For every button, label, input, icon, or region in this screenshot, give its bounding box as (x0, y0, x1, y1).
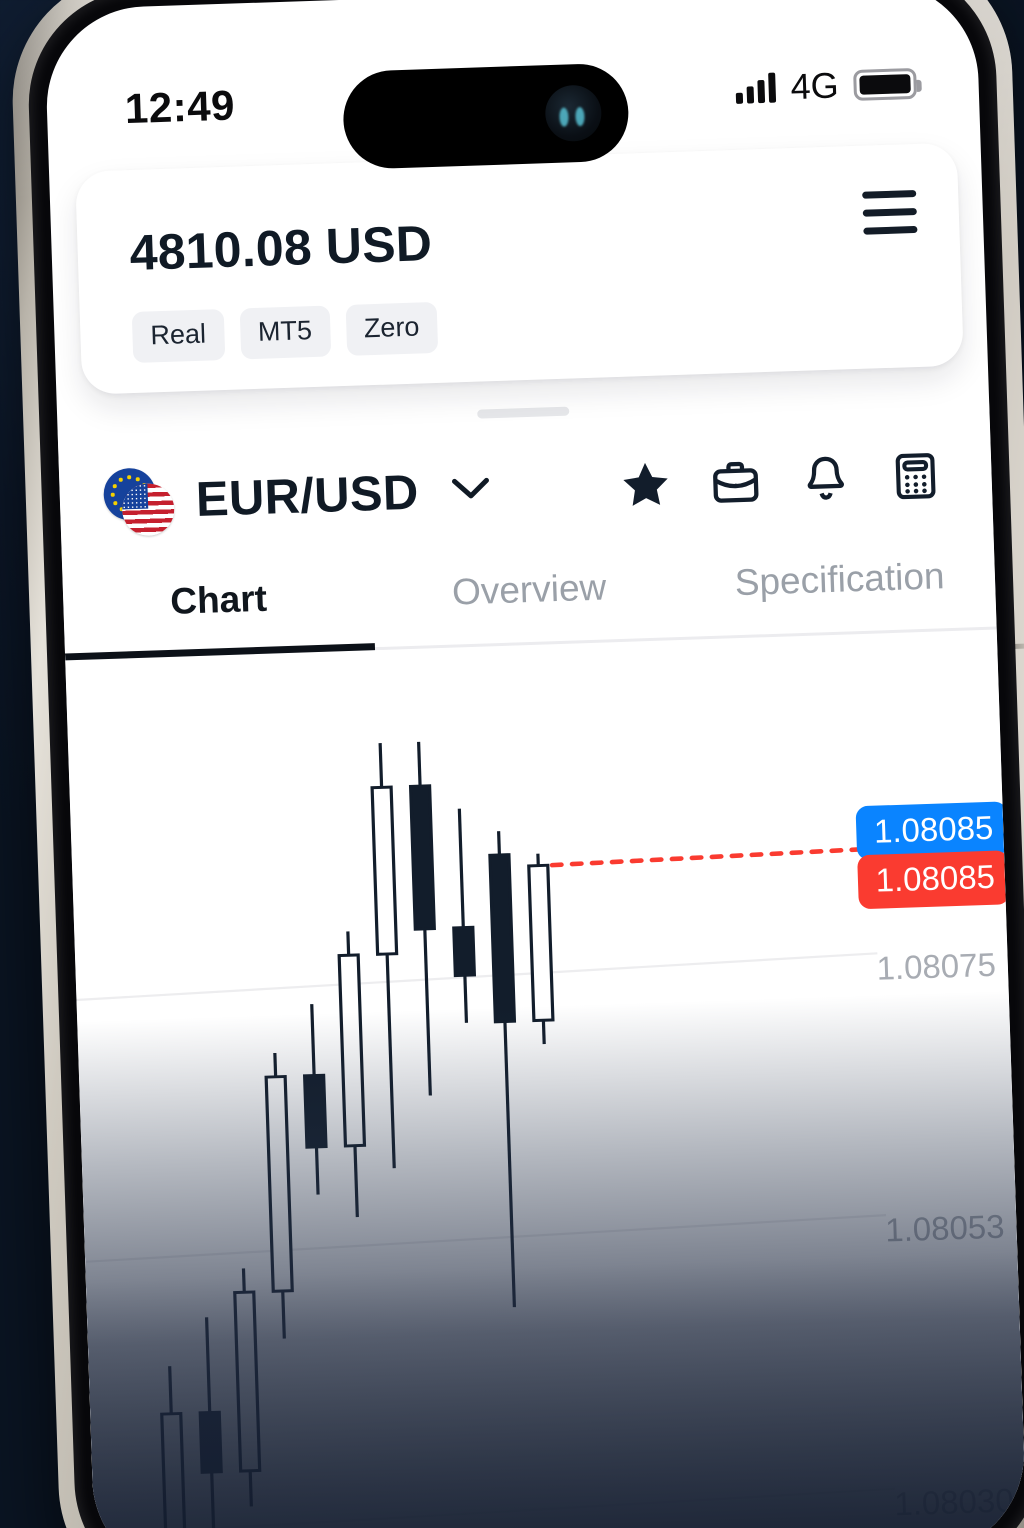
phone-device: 12:49 4G 4810.08 USD Real MT5 Zero EUR/U… (8, 0, 1024, 1528)
axis-tick-label: 1.08030 (893, 1480, 1015, 1522)
hamburger-menu-icon[interactable] (858, 184, 922, 241)
axis-tick-label: 1.08053 (884, 1207, 1006, 1249)
network-type-label: 4G (789, 64, 840, 108)
portfolio-briefcase-icon[interactable] (707, 453, 765, 511)
price-chart[interactable]: 1.08097 1.08075 1.08053 1.08030 1.08085 … (68, 722, 1024, 1528)
account-tag-chips: Real MT5 Zero (131, 286, 925, 364)
symbol-selector[interactable]: EUR/USD (102, 456, 492, 537)
axis-tick-label: 1.08097 (867, 722, 987, 725)
signal-bars-icon (735, 72, 777, 104)
us-flag-icon (121, 482, 176, 537)
alerts-bell-icon[interactable] (797, 450, 855, 508)
account-balance-amount: 4810.08 USD (128, 215, 433, 282)
dynamic-island (341, 62, 630, 170)
favorite-star-icon[interactable] (617, 456, 675, 514)
tab-overview[interactable]: Overview (373, 564, 686, 650)
phone-screen: 12:49 4G 4810.08 USD Real MT5 Zero EUR/U… (43, 0, 1024, 1528)
front-camera-icon (544, 84, 603, 143)
symbol-detail-sheet: EUR/USD Chart Overview Specification 1.0… (56, 370, 1024, 1528)
symbol-name-label: EUR/USD (195, 465, 420, 527)
price-axis: 1.08097 1.08075 1.08053 1.08030 1.08085 … (850, 722, 1024, 1528)
currency-pair-flags (102, 467, 176, 537)
axis-tick-label: 1.08075 (875, 945, 997, 987)
account-chip-type[interactable]: Zero (345, 301, 439, 356)
symbol-action-icons (617, 447, 949, 514)
tab-specification[interactable]: Specification (684, 554, 997, 640)
antenna-line-top (1014, 643, 1024, 649)
calculator-icon[interactable] (887, 447, 945, 505)
account-balance-card[interactable]: 4810.08 USD Real MT5 Zero (75, 142, 964, 395)
ask-price-badge[interactable]: 1.08085 (856, 849, 1010, 909)
battery-full-icon (853, 67, 918, 101)
chevron-down-icon[interactable] (450, 475, 491, 507)
balance-card-top-row: 4810.08 USD (128, 178, 922, 282)
account-chip-platform[interactable]: MT5 (239, 305, 331, 360)
status-bar-indicators: 4G (735, 62, 918, 110)
account-chip-real[interactable]: Real (131, 309, 225, 364)
status-bar-time: 12:49 (124, 81, 236, 133)
